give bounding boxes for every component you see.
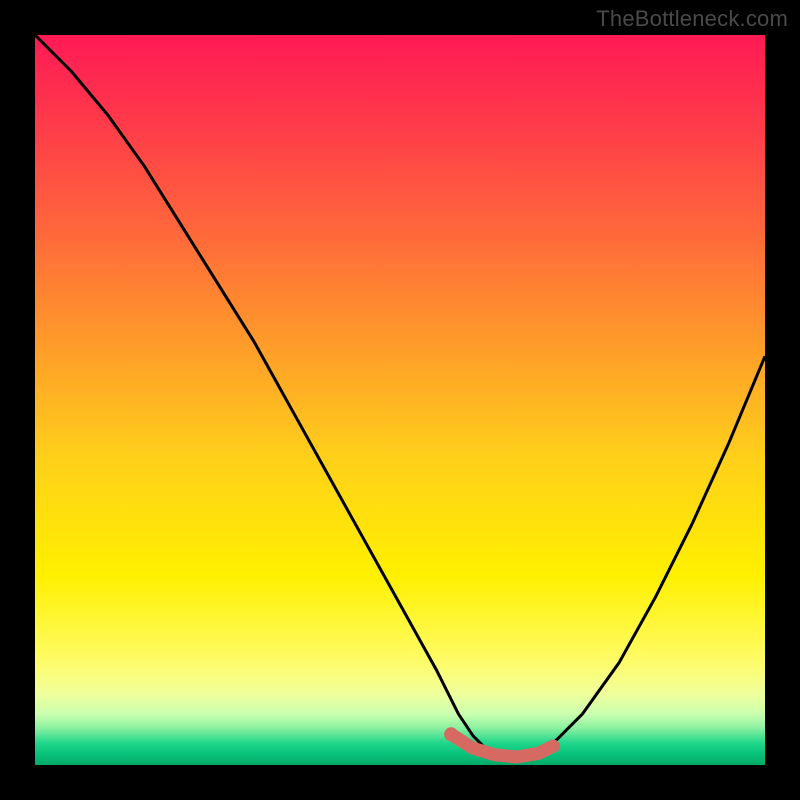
highlight-path: [451, 734, 553, 757]
plot-area: [35, 35, 765, 765]
curve-path: [35, 35, 765, 758]
highlight-dot: [444, 727, 458, 741]
watermark-text: TheBottleneck.com: [596, 6, 788, 32]
chart-svg: [35, 35, 765, 765]
chart-frame: TheBottleneck.com: [0, 0, 800, 800]
